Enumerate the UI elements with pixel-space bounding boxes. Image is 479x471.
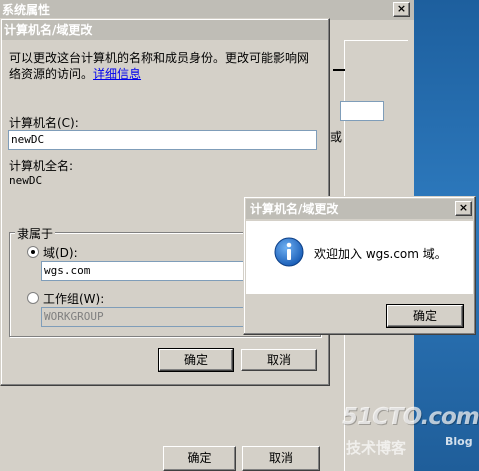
background-text-field[interactable] — [340, 101, 384, 121]
message-box-title: 计算机名/域更改 — [250, 202, 339, 216]
welcome-message-box: 计算机名/域更改 × 欢迎加入 wgs.com 域。 确定 — [243, 196, 476, 335]
workgroup-radio[interactable] — [27, 292, 39, 304]
system-ok-button[interactable]: 确定 — [163, 446, 236, 471]
message-box-ok-button[interactable]: 确定 — [386, 304, 464, 328]
message-box-titlebar[interactable]: 计算机名/域更改 — [246, 199, 473, 219]
background-partial-label: 或 — [330, 130, 343, 144]
details-link[interactable]: 详细信息 — [93, 67, 141, 81]
computer-name-input[interactable]: newDC — [8, 130, 317, 150]
description-line-1: 可以更改这台计算机的名称和成员身份。更改可能影响网 — [9, 51, 310, 65]
partial-text-fragment — [333, 69, 345, 71]
computer-name-dialog-titlebar[interactable]: 计算机名/域更改 — [2, 20, 328, 40]
description-text: 络资源的访问。 — [9, 67, 94, 81]
name-dialog-cancel-button[interactable]: 取消 — [241, 349, 317, 371]
watermark-site: 51CTO.com — [342, 404, 479, 430]
system-cancel-button[interactable]: 取消 — [242, 446, 320, 471]
full-name-value: newDC — [9, 174, 43, 187]
watermark-blog: Blog — [445, 435, 473, 448]
domain-radio[interactable] — [27, 246, 39, 258]
system-properties-titlebar[interactable]: 系统属性 — [0, 0, 414, 20]
domain-radio-label: 域(D): — [43, 246, 78, 260]
system-properties-title: 系统属性 — [2, 3, 51, 17]
computer-name-dialog-title: 计算机名/域更改 — [4, 23, 93, 37]
message-box-body: 欢迎加入 wgs.com 域。 — [246, 221, 473, 294]
full-name-label: 计算机全名: — [9, 159, 74, 173]
welcome-message-text: 欢迎加入 wgs.com 域。 — [314, 247, 447, 261]
info-icon — [274, 237, 304, 267]
member-of-label: 隶属于 — [15, 225, 56, 242]
name-dialog-ok-button[interactable]: 确定 — [158, 348, 234, 372]
system-properties-close-button[interactable]: × — [393, 2, 410, 17]
computer-name-label: 计算机名(C): — [9, 116, 79, 130]
message-box-close-button[interactable]: × — [455, 201, 472, 216]
workgroup-radio-label: 工作组(W): — [43, 292, 105, 306]
description-line-2: 络资源的访问。详细信息 — [9, 65, 141, 82]
